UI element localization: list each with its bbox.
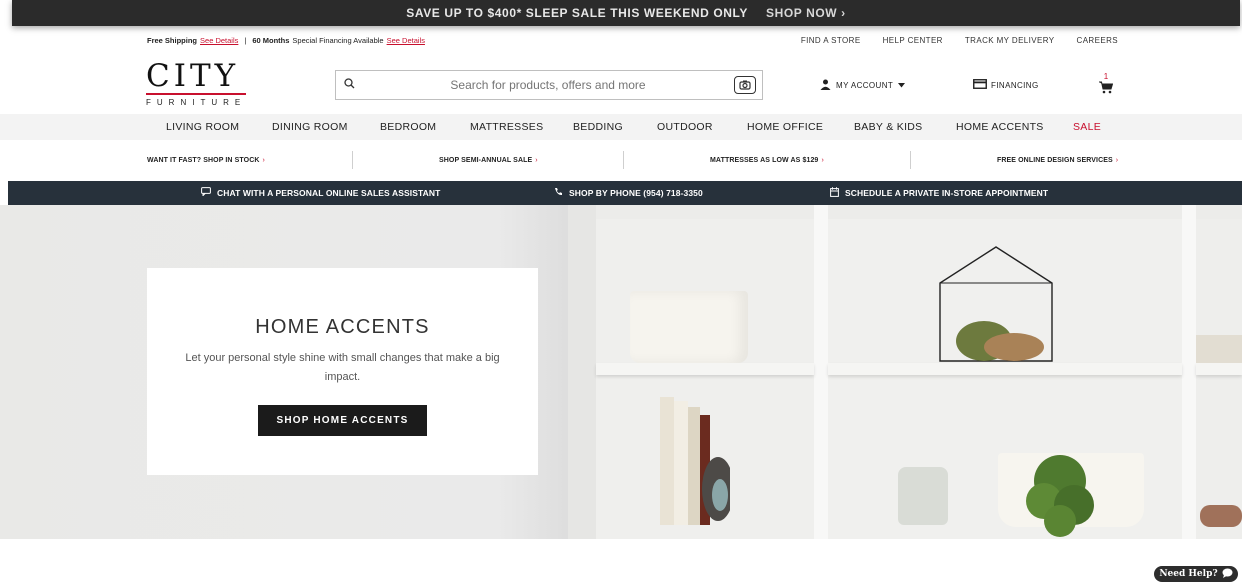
design-services-label: FREE ONLINE DESIGN SERVICES xyxy=(997,156,1113,164)
nav-mattresses[interactable]: MATTRESSES xyxy=(470,121,543,133)
utility-links: FIND A STORE HELP CENTER TRACK MY DELIVE… xyxy=(801,36,1118,45)
nav-outdoor[interactable]: OUTDOOR xyxy=(657,121,713,133)
hero-title: HOME ACCENTS xyxy=(255,316,430,338)
utility-separator: | xyxy=(244,35,247,45)
chat-assistant-label: CHAT WITH A PERSONAL ONLINE SALES ASSIST… xyxy=(217,187,441,198)
divider xyxy=(352,151,353,169)
nav-dining-room[interactable]: DINING ROOM xyxy=(272,121,348,133)
main-category-nav: LIVING ROOM DINING ROOM BEDROOM MATTRESS… xyxy=(0,114,1242,140)
shelf-divider xyxy=(814,205,828,539)
chat-assistant-link[interactable]: CHAT WITH A PERSONAL ONLINE SALES ASSIST… xyxy=(201,187,440,198)
hero-promo-card: HOME ACCENTS Let your personal style shi… xyxy=(147,268,538,475)
page: SAVE UP TO $400* SLEEP SALE THIS WEEKEND… xyxy=(0,0,1242,582)
logo-sub: FURNITURE xyxy=(146,98,247,107)
utility-bar: Free Shipping See Details | 60 Months Sp… xyxy=(0,28,1242,52)
shelf-divider xyxy=(1182,205,1196,539)
careers-link[interactable]: CAREERS xyxy=(1077,36,1118,45)
semi-annual-sale-label: SHOP SEMI-ANNUAL SALE xyxy=(439,156,533,164)
divider xyxy=(910,151,911,169)
search-icon[interactable] xyxy=(336,78,362,92)
hero-banner: HOME ACCENTS Let your personal style shi… xyxy=(0,205,1242,539)
my-account-label: MY ACCOUNT xyxy=(836,81,894,90)
nav-sale[interactable]: SALE xyxy=(1073,121,1101,133)
cart-count-badge: 1 xyxy=(1103,72,1109,81)
schedule-appointment-link[interactable]: SCHEDULE A PRIVATE IN-STORE APPOINTMENT xyxy=(830,187,1048,199)
shop-by-phone-link[interactable]: SHOP BY PHONE (954) 718-3350 xyxy=(554,187,703,198)
chevron-right-icon: › xyxy=(1115,156,1119,164)
shelf-cubby xyxy=(1196,219,1242,539)
shop-home-accents-button[interactable]: SHOP HOME ACCENTS xyxy=(258,405,427,436)
shop-in-stock-link[interactable]: WANT IT FAST? SHOP IN STOCK › xyxy=(147,157,265,164)
find-a-store-link[interactable]: FIND A STORE xyxy=(801,36,861,45)
potted-plant xyxy=(1018,451,1102,539)
promo-text: SAVE UP TO $400* SLEEP SALE THIS WEEKEND… xyxy=(406,6,748,20)
visual-search-camera-icon[interactable] xyxy=(734,76,756,94)
shelf-side xyxy=(568,205,596,539)
ceramic-mug xyxy=(898,467,948,525)
sub-promo-strip: WANT IT FAST? SHOP IN STOCK › SHOP SEMI-A… xyxy=(0,143,1242,177)
search-bar xyxy=(335,70,763,100)
financing-details-link[interactable]: See Details xyxy=(387,36,425,45)
shop-in-stock-label: WANT IT FAST? SHOP IN STOCK xyxy=(147,156,260,164)
semi-annual-sale-link[interactable]: SHOP SEMI-ANNUAL SALE › xyxy=(439,157,538,164)
chevron-right-icon: › xyxy=(262,156,265,164)
search-input[interactable] xyxy=(362,78,734,92)
glass-terrarium xyxy=(936,243,1056,363)
shipping-label: Free Shipping xyxy=(147,35,198,45)
hero-description: Let your personal style shine with small… xyxy=(185,352,500,383)
chevron-right-icon: › xyxy=(821,156,824,164)
hero-shelf-image xyxy=(568,205,1242,539)
caret-down-icon xyxy=(898,81,906,90)
books-bookend xyxy=(658,385,734,525)
site-header: CITY FURNITURE MY ACCOUNT xyxy=(0,56,1242,114)
shelf-board xyxy=(596,363,814,375)
shipping-details-link[interactable]: See Details xyxy=(200,36,238,45)
services-bar: CHAT WITH A PERSONAL ONLINE SALES ASSIST… xyxy=(8,181,1242,205)
chat-bubble-icon xyxy=(201,187,211,198)
my-account-menu[interactable]: MY ACCOUNT xyxy=(820,79,906,92)
financing-label: FINANCING xyxy=(991,80,1039,90)
mattresses-deal-link[interactable]: MATTRESSES AS LOW AS $129 › xyxy=(710,157,824,164)
utility-offers: Free Shipping See Details | 60 Months Sp… xyxy=(147,36,425,45)
cart-button[interactable]: 1 xyxy=(1097,72,1115,99)
city-furniture-logo[interactable]: CITY FURNITURE xyxy=(146,58,248,107)
wood-tray xyxy=(1200,505,1242,527)
stacked-books xyxy=(1196,335,1242,363)
help-center-link[interactable]: HELP CENTER xyxy=(883,36,943,45)
ceramic-bowl xyxy=(630,291,748,363)
shelf-board xyxy=(828,363,1182,375)
schedule-appointment-label: SCHEDULE A PRIVATE IN-STORE APPOINTMENT xyxy=(845,188,1049,198)
nav-bedroom[interactable]: BEDROOM xyxy=(380,121,436,133)
divider xyxy=(623,151,624,169)
nav-baby-kids[interactable]: BABY & KIDS xyxy=(854,121,922,133)
financing-text: Special Financing Available xyxy=(292,35,384,45)
financing-months-label: 60 Months xyxy=(252,35,290,45)
nav-living-room[interactable]: LIVING ROOM xyxy=(166,121,239,133)
nav-home-accents[interactable]: HOME ACCENTS xyxy=(956,121,1044,133)
promo-shop-now-link[interactable]: SHOP NOW › xyxy=(766,6,846,20)
design-services-link[interactable]: FREE ONLINE DESIGN SERVICES › xyxy=(997,157,1118,164)
track-delivery-link[interactable]: TRACK MY DELIVERY xyxy=(965,36,1055,45)
promo-banner[interactable]: SAVE UP TO $400* SLEEP SALE THIS WEEKEND… xyxy=(12,0,1240,26)
credit-card-icon xyxy=(973,79,987,91)
shelf-board xyxy=(1196,363,1242,375)
need-help-chat-button[interactable]: Need Help? xyxy=(1154,566,1238,582)
user-icon xyxy=(820,79,831,92)
shopping-cart-icon xyxy=(1099,81,1114,98)
need-help-label: Need Help? xyxy=(1159,569,1218,579)
mattresses-deal-label: MATTRESSES AS LOW AS $129 xyxy=(710,156,819,164)
nav-home-office[interactable]: HOME OFFICE xyxy=(747,121,823,133)
calendar-icon xyxy=(830,187,839,199)
speech-bubble-icon xyxy=(1222,568,1233,581)
financing-link[interactable]: FINANCING xyxy=(973,79,1039,91)
shop-by-phone-label: SHOP BY PHONE (954) 718-3350 xyxy=(569,187,703,198)
phone-icon xyxy=(554,187,563,198)
nav-bedding[interactable]: BEDDING xyxy=(573,121,623,133)
logo-main: CITY xyxy=(146,58,240,94)
chevron-right-icon: › xyxy=(535,156,538,164)
